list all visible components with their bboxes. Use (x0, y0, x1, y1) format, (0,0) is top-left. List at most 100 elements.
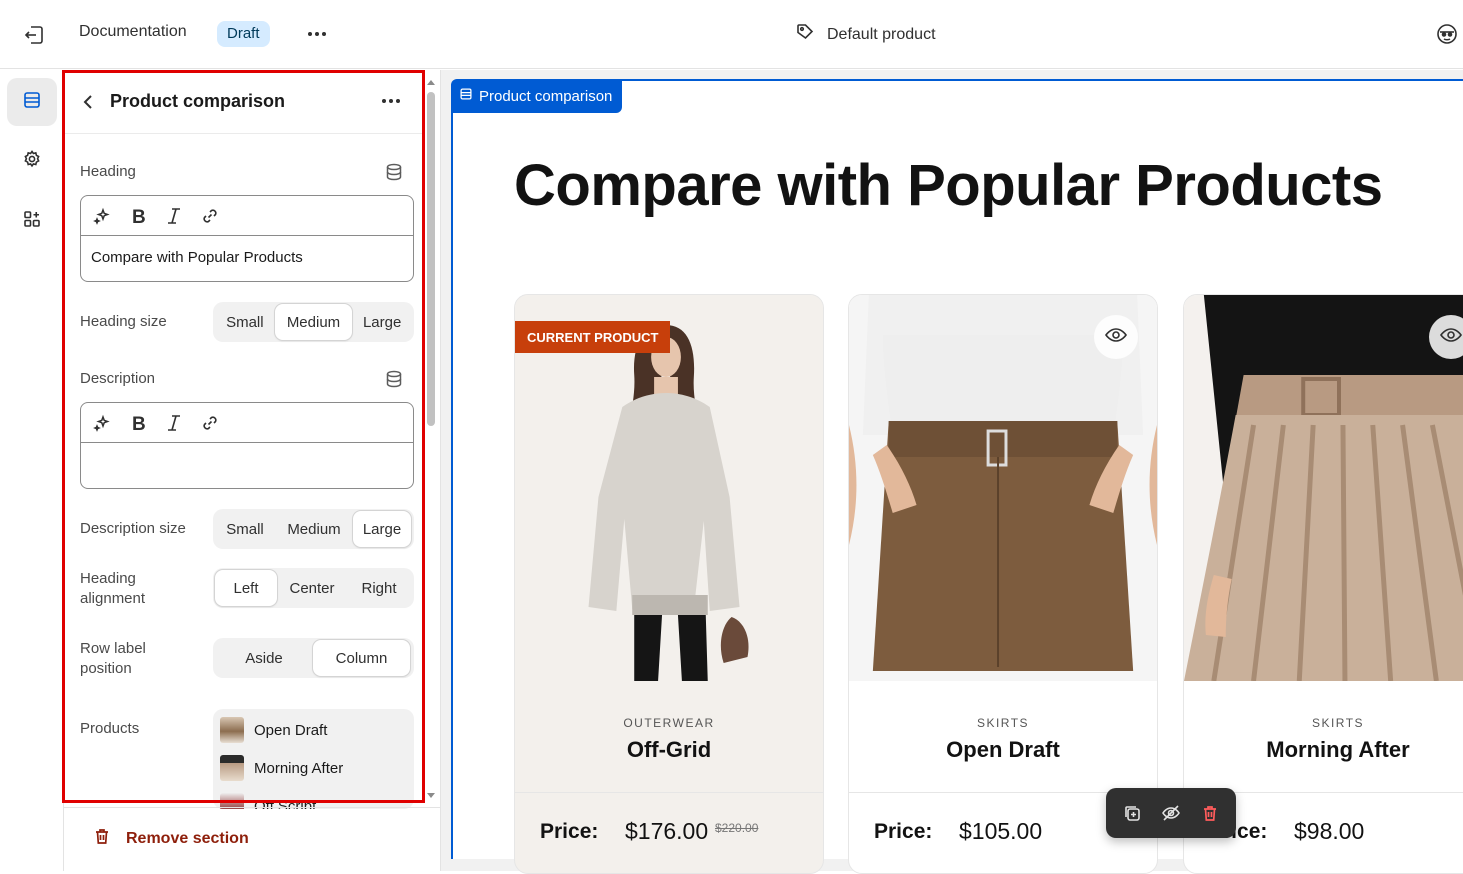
product-card[interactable]: CURRENT PRODUCT OUTERWEAR Off-Grid Price… (514, 294, 824, 874)
heading-size-large[interactable]: Large (352, 304, 412, 340)
description-size-large[interactable]: Large (353, 511, 411, 547)
description-size-medium[interactable]: Medium (275, 511, 353, 547)
product-item[interactable]: Morning After (220, 755, 343, 781)
quick-view-button[interactable] (1094, 315, 1138, 359)
description-editor: B (80, 402, 414, 489)
description-input[interactable] (81, 443, 413, 469)
duplicate-icon[interactable] (1117, 798, 1147, 828)
description-editor-toolbar: B (81, 403, 413, 443)
link-icon[interactable] (199, 412, 221, 434)
delete-icon[interactable] (1195, 798, 1225, 828)
alignment-left[interactable]: Left (215, 570, 277, 606)
italic-icon[interactable] (163, 412, 185, 434)
alignment-center[interactable]: Center (277, 570, 347, 606)
description-label: Description (80, 370, 156, 387)
product-category: SKIRTS (1311, 716, 1365, 730)
heading-input[interactable]: Compare with Popular Products (81, 236, 413, 279)
scrollbar-thumb[interactable] (427, 92, 435, 426)
product-price: $98.00 (1294, 818, 1365, 844)
bold-icon[interactable]: B (127, 412, 149, 434)
dynamic-source-icon[interactable] (384, 369, 404, 389)
panel-header: Product comparison (64, 70, 422, 134)
scroll-up-icon[interactable] (425, 76, 437, 88)
alignment-right[interactable]: Right (347, 570, 411, 606)
exit-icon[interactable] (22, 23, 46, 47)
editor-rail (0, 70, 64, 871)
price-row: Price: $176.00 $220.00 (515, 792, 823, 872)
eye-icon (1439, 323, 1463, 352)
panel-more-icon[interactable] (376, 90, 406, 114)
row-label-aside[interactable]: Aside (215, 640, 313, 676)
product-item-name: Open Draft (254, 721, 328, 739)
product-item[interactable]: Open Draft (220, 717, 327, 743)
section-tag-label: Product comparison (479, 87, 613, 105)
product-thumbnail (220, 755, 244, 781)
sections-icon (22, 90, 42, 115)
product-category: OUTERWEAR (623, 716, 715, 730)
description-size-label: Description size (80, 520, 186, 537)
heading-size-label: Heading size (80, 313, 167, 330)
more-actions-icon[interactable] (302, 22, 332, 46)
section-tag[interactable]: Product comparison (451, 79, 623, 113)
gear-icon (22, 149, 42, 174)
product-name: Open Draft (946, 737, 1060, 762)
heading-editor: B Compare with Popular Products (80, 195, 414, 282)
document-title[interactable]: Documentation (79, 23, 187, 41)
product-card[interactable]: SKIRTS Morning After Price: $98.00 (1183, 294, 1463, 874)
row-label-position-segmented: Aside Column (213, 638, 414, 678)
panel-title: Product comparison (110, 91, 286, 111)
hide-icon[interactable] (1156, 798, 1186, 828)
block-floating-toolbar (1106, 788, 1236, 838)
products-label: Products (80, 720, 140, 737)
top-bar: Documentation Draft Default product (0, 0, 1463, 69)
heading-editor-toolbar: B (81, 196, 413, 236)
eye-icon (1104, 323, 1128, 352)
product-card[interactable]: SKIRTS Open Draft Price: $105.00 (848, 294, 1158, 874)
heading-label: Heading (80, 163, 136, 180)
svg-text:B: B (132, 207, 146, 226)
remove-section-label: Remove section (126, 829, 249, 847)
italic-icon[interactable] (163, 205, 185, 227)
current-product-badge: CURRENT PRODUCT (515, 321, 671, 353)
remove-section-button[interactable]: Remove section (92, 826, 249, 851)
bold-icon[interactable]: B (127, 205, 149, 227)
price-label: Price: (540, 820, 599, 843)
svg-text:B: B (132, 414, 146, 433)
back-chevron-icon[interactable] (78, 90, 98, 114)
heading-size-segmented: Small Medium Large (213, 302, 414, 342)
product-name: Morning After (1266, 737, 1410, 762)
description-size-segmented: Small Medium Large (213, 509, 414, 549)
sections-icon (459, 87, 473, 105)
product-image (1184, 295, 1463, 681)
link-icon[interactable] (199, 205, 221, 227)
heading-alignment-label: Heading alignment (80, 570, 146, 607)
sections-tab[interactable] (7, 78, 57, 126)
compare-at-price: $220.00 (715, 821, 759, 835)
product-thumbnail (220, 717, 244, 743)
scroll-down-icon[interactable] (425, 790, 437, 802)
product-price: $105.00 (959, 818, 1043, 844)
apps-tab[interactable] (7, 197, 57, 245)
heading-size-medium[interactable]: Medium (274, 304, 353, 340)
product-item-name: Morning After (254, 759, 344, 777)
theme-settings-tab[interactable] (7, 137, 57, 185)
panel-scrollbar[interactable] (425, 76, 437, 802)
user-avatar-icon[interactable] (1435, 22, 1459, 46)
row-label-position-label: Row label position (80, 640, 146, 677)
template-selector[interactable]: Default product (795, 22, 936, 47)
product-name: Off-Grid (626, 737, 712, 762)
row-label-column[interactable]: Column (313, 640, 410, 676)
product-price: $176.00 (625, 818, 709, 844)
panel-footer-divider (64, 807, 441, 808)
ai-sparkle-icon[interactable] (91, 205, 113, 227)
tag-icon (795, 22, 815, 47)
apps-icon (22, 209, 42, 234)
description-size-small[interactable]: Small (215, 511, 275, 547)
heading-size-small[interactable]: Small (215, 304, 275, 340)
template-name: Default product (827, 25, 936, 43)
heading-alignment-segmented: Left Center Right (213, 568, 414, 608)
dynamic-source-icon[interactable] (384, 162, 404, 182)
status-badge: Draft (217, 21, 270, 47)
ai-sparkle-icon[interactable] (91, 412, 113, 434)
price-label: Price: (874, 820, 933, 843)
